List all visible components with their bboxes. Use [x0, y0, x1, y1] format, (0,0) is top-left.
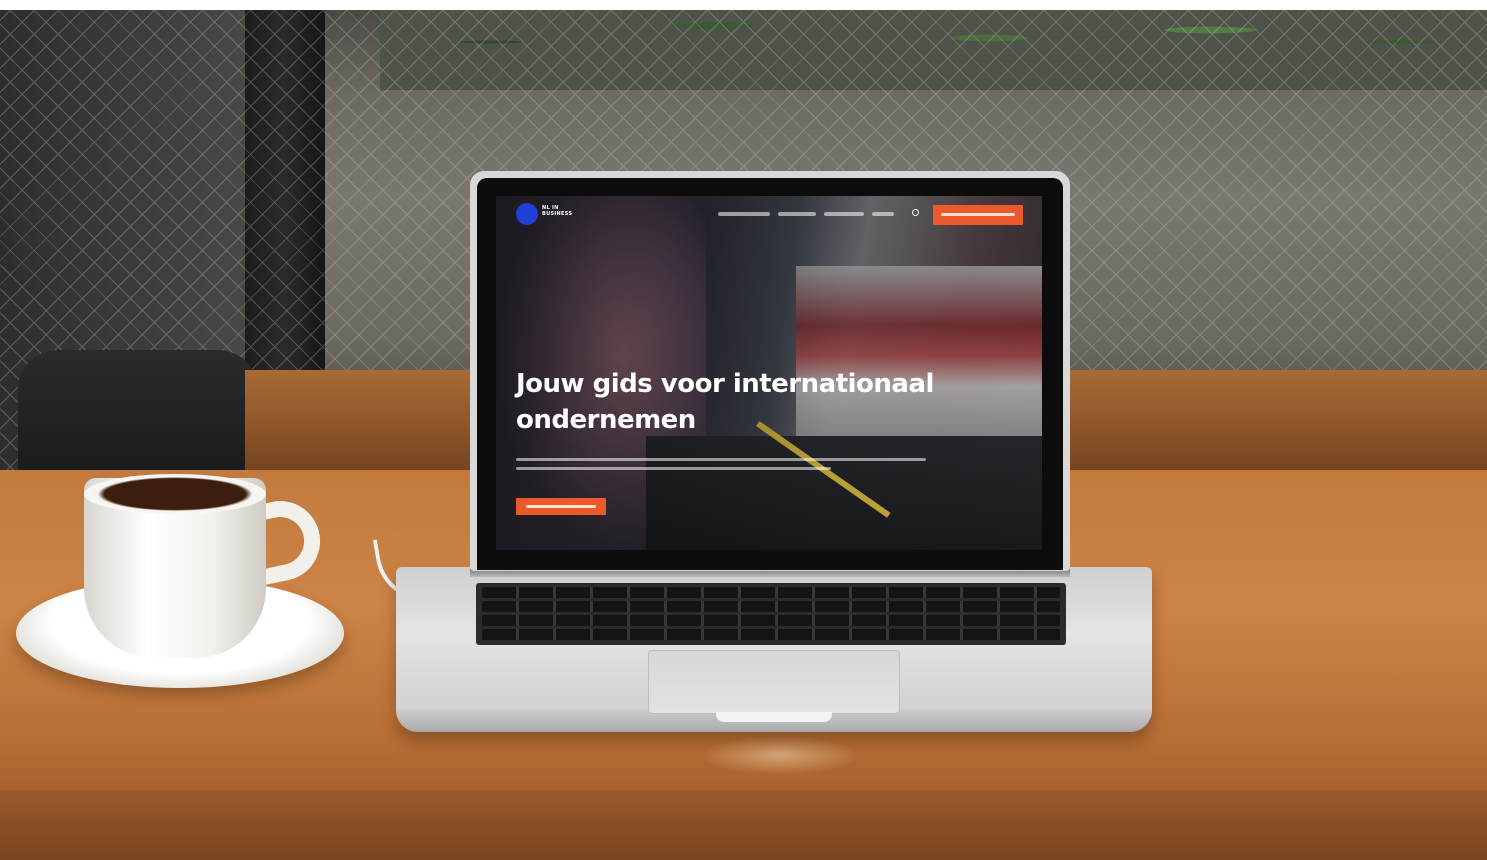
laptop-screen: NL IN BUSINESS Jouw gids voor internatio… — [496, 196, 1042, 550]
nav-link[interactable] — [872, 212, 894, 216]
search-icon[interactable] — [912, 209, 919, 216]
key-row — [482, 615, 1060, 626]
hero-subtitle-line — [516, 458, 926, 461]
site-logo-icon[interactable] — [516, 203, 538, 225]
nav-link[interactable] — [778, 212, 816, 216]
key-row — [482, 629, 1060, 640]
hero-subtitle-line — [516, 467, 831, 470]
table-edge — [0, 790, 1487, 860]
nav-link[interactable] — [718, 212, 770, 216]
hero-cta-label — [526, 505, 596, 508]
photo-scene: NL IN BUSINESS Jouw gids voor internatio… — [0, 0, 1487, 860]
laptop-trackpad — [648, 650, 900, 714]
key-row — [482, 587, 1060, 598]
header-cta-label — [941, 213, 1015, 216]
hero-cta-button[interactable] — [516, 498, 606, 515]
hero-title: Jouw gids voor internationaal ondernemen — [516, 369, 934, 435]
laptop-lid-notch — [716, 712, 832, 722]
header-cta-button[interactable] — [933, 205, 1023, 225]
key-row — [482, 601, 1060, 612]
site-brand[interactable]: NL IN BUSINESS — [542, 205, 582, 217]
table-reflection — [700, 735, 860, 775]
laptop-keyboard — [476, 583, 1066, 645]
coffee-in-cup — [84, 474, 266, 514]
nav-link[interactable] — [824, 212, 864, 216]
